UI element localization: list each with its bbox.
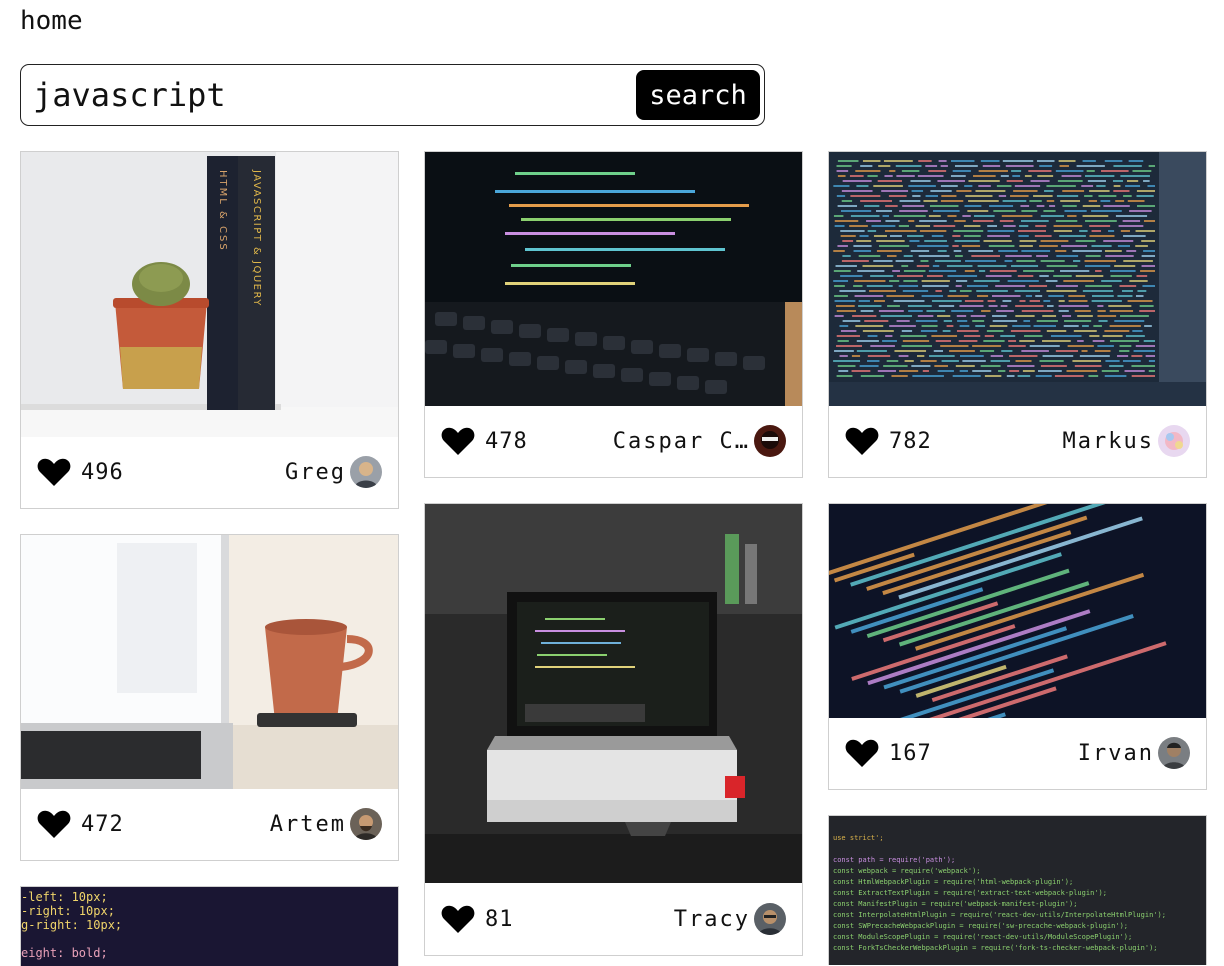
photo-cactus-and-books[interactable]: HTML & CSS JAVASCRIPT & JQUERY	[21, 152, 398, 437]
heart-icon[interactable]	[37, 457, 71, 487]
photo-card[interactable]: use strict'; const path = require('path'…	[828, 815, 1207, 965]
card-meta: 782 Markus	[829, 405, 1206, 477]
author-avatar[interactable]	[1158, 425, 1190, 457]
like-count: 81	[485, 906, 514, 932]
card-meta: 478 Caspar C…	[425, 405, 802, 477]
card-meta: 167 Irvan	[829, 717, 1206, 789]
heart-icon[interactable]	[441, 426, 475, 456]
code-line: g-right: 10px;	[21, 918, 122, 932]
code-line: -left: 10px;	[21, 890, 108, 904]
code-line: const ForkTsCheckerWebpackPlugin = requi…	[833, 944, 1158, 952]
like-count: 782	[889, 428, 932, 454]
code-line: const ManifestPlugin = require('webpack-…	[833, 900, 1077, 908]
card-meta: 81 Tracy	[425, 883, 802, 955]
photo-card[interactable]: 81 Tracy	[424, 503, 803, 956]
author-name[interactable]: Greg	[285, 460, 346, 485]
author-name[interactable]: Irvan	[1078, 741, 1154, 766]
photo-card[interactable]: 478 Caspar C…	[424, 151, 803, 478]
card-meta: 472 Artem	[21, 788, 398, 860]
heart-icon[interactable]	[37, 809, 71, 839]
code-line: const ExtractTextPlugin = require('extra…	[833, 889, 1107, 897]
author-avatar[interactable]	[754, 903, 786, 935]
author-name[interactable]: Artem	[270, 812, 346, 837]
code-line: const ModuleScopePlugin = require('react…	[833, 933, 1132, 941]
code-line: const HtmlWebpackPlugin = require('html-…	[833, 878, 1073, 886]
code-line: const webpack = require('webpack');	[833, 867, 981, 875]
author-name[interactable]: Caspar C…	[613, 429, 750, 454]
photo-js-code-closeup[interactable]	[829, 504, 1206, 718]
code-line: const path = require('path');	[833, 856, 955, 864]
home-link[interactable]: home	[20, 5, 83, 37]
author-avatar[interactable]	[350, 808, 382, 840]
photo-card[interactable]: 782 Markus	[828, 151, 1207, 478]
card-meta: 496 Greg	[21, 436, 398, 508]
photo-card[interactable]: 167 Irvan	[828, 503, 1207, 790]
photo-laptop-keyboard-code[interactable]	[425, 152, 802, 406]
code-line: -right: 10px;	[21, 904, 115, 918]
heart-icon[interactable]	[845, 426, 879, 456]
like-count: 167	[889, 740, 932, 766]
code-line: use strict';	[833, 834, 884, 842]
photo-card[interactable]: HTML & CSS JAVASCRIPT & JQUERY 496 Greg	[20, 151, 399, 509]
photo-colorful-code-screen[interactable]	[829, 152, 1206, 406]
like-count: 478	[485, 428, 528, 454]
author-name[interactable]: Tracy	[674, 907, 750, 932]
photo-laptop-and-mug[interactable]	[21, 535, 398, 789]
author-avatar[interactable]	[754, 425, 786, 457]
code-line: eight: bold;	[21, 946, 108, 960]
search-form: search	[20, 64, 765, 126]
book-title-html-css: HTML & CSS	[217, 170, 228, 252]
like-count: 472	[81, 811, 124, 837]
code-line: const InterpolateHtmlPlugin = require('r…	[833, 911, 1166, 919]
photo-css-code-snippet[interactable]: -left: 10px; -right: 10px; g-right: 10px…	[21, 887, 398, 966]
photo-card[interactable]: -left: 10px; -right: 10px; g-right: 10px…	[20, 886, 399, 966]
search-button[interactable]: search	[636, 70, 760, 120]
heart-icon[interactable]	[441, 904, 475, 934]
photo-macbook-on-box[interactable]	[425, 504, 802, 883]
author-avatar[interactable]	[1158, 737, 1190, 769]
search-input[interactable]	[33, 75, 628, 115]
like-count: 496	[81, 459, 124, 485]
photo-webpack-config-code[interactable]: use strict'; const path = require('path'…	[829, 816, 1206, 965]
book-title-javascript: JAVASCRIPT & JQUERY	[251, 169, 262, 307]
author-name[interactable]: Markus	[1063, 429, 1154, 454]
photo-card[interactable]: 472 Artem	[20, 534, 399, 861]
code-line: const SWPrecacheWebpackPlugin = require(…	[833, 922, 1128, 930]
author-avatar[interactable]	[350, 456, 382, 488]
heart-icon[interactable]	[845, 738, 879, 768]
